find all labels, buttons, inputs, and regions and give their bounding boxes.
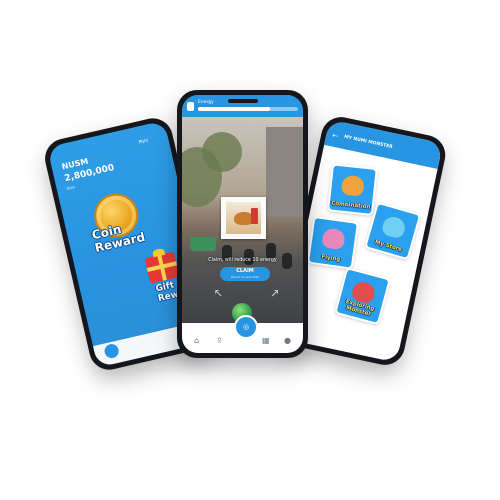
center-phone-screen: Energy Claim, will reduce 10 energy CLAI…	[182, 95, 303, 353]
profile-icon[interactable]: ●	[284, 337, 292, 345]
points-label: Poin	[138, 138, 149, 146]
home-icon[interactable]	[103, 342, 120, 360]
drink-icon	[251, 208, 258, 224]
energy-track	[198, 107, 298, 111]
building	[266, 127, 303, 217]
notch	[227, 99, 258, 103]
bottom-nav: ⌂ ⇪ ◎ ▦ ●	[182, 315, 303, 353]
monster-icon	[340, 174, 365, 197]
monster-card[interactable]: Exploring Monster	[334, 266, 391, 326]
reward-stamp[interactable]	[221, 197, 266, 239]
center-phone: Energy Claim, will reduce 10 energy CLAI…	[177, 90, 308, 358]
energy-label: Energy	[198, 100, 214, 105]
claim-period: Period: Sunset 2019	[230, 275, 260, 279]
scooter	[266, 243, 276, 259]
upload-icon[interactable]: ⇪	[216, 337, 224, 345]
camera-view	[182, 117, 303, 323]
monster-icon	[380, 214, 408, 240]
back-arrow-icon[interactable]: ←	[331, 131, 338, 140]
scan-icon[interactable]: ◎	[234, 315, 258, 339]
energy-fill	[198, 107, 270, 111]
claim-hint: Claim, will reduce 10 energy	[208, 258, 277, 263]
monster-card[interactable]: Combination	[327, 163, 378, 216]
bus	[190, 237, 216, 251]
monster-card-label: Combination	[330, 200, 371, 211]
monster-card-label: Flying	[320, 254, 341, 263]
monster-icon	[321, 227, 346, 251]
monster-card-label: My Store	[374, 239, 403, 254]
home-icon[interactable]: ⌂	[194, 337, 202, 345]
reward-image	[226, 202, 261, 234]
page-title: MY NUMI MONSTER	[343, 134, 393, 151]
tree	[202, 132, 242, 172]
monster-header: ← MY NUMI MONSTER	[324, 119, 444, 169]
book-icon[interactable]: ▦	[262, 337, 270, 345]
gift-icon[interactable]	[144, 247, 180, 284]
coin-balance-label: Koin	[66, 184, 76, 191]
claim-button[interactable]: CLAIM Period: Sunset 2019	[220, 267, 270, 281]
monster-card[interactable]: Flying	[306, 215, 360, 270]
energy-icon	[187, 102, 194, 111]
